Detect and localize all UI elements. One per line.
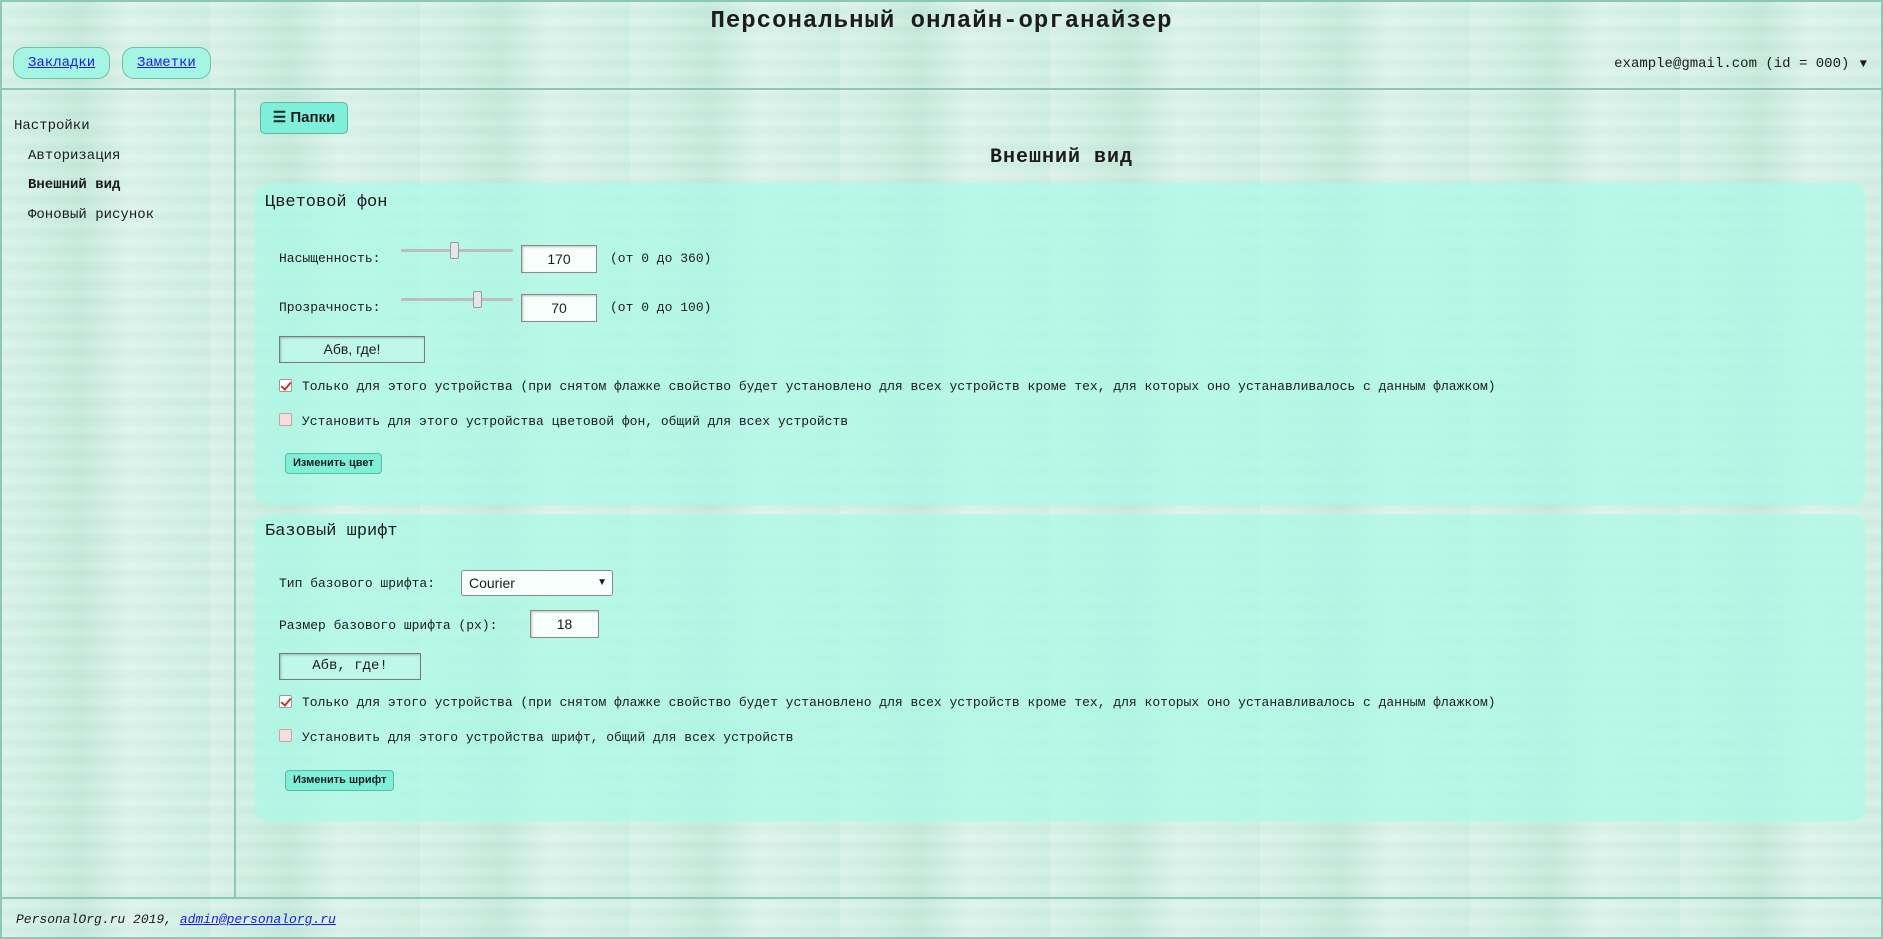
- chevron-down-icon: ▼: [597, 577, 607, 588]
- color-preview: Абв, где!: [279, 336, 425, 363]
- saturation-input[interactable]: 170: [521, 245, 597, 273]
- slider-thumb[interactable]: [473, 291, 482, 308]
- opacity-input[interactable]: 70: [521, 294, 597, 322]
- font-preview: Абв, где!: [279, 653, 421, 680]
- font-device-only-checkbox[interactable]: [279, 695, 292, 708]
- font-type-value: Courier: [469, 575, 515, 591]
- font-set-common-checkbox[interactable]: [279, 729, 292, 742]
- font-panel: Базовый шрифт Тип базового шрифта: Couri…: [254, 514, 1865, 822]
- notes-button[interactable]: Заметки: [122, 47, 211, 79]
- sidebar-item-background-image[interactable]: Фоновый рисунок: [28, 207, 154, 223]
- caret-down-icon: ▼: [1859, 57, 1867, 71]
- font-size-input[interactable]: 18: [530, 610, 599, 638]
- footer-email-link[interactable]: admin@personalorg.ru: [180, 912, 336, 927]
- folders-button[interactable]: ☰ Папки: [260, 102, 348, 134]
- saturation-label: Насыщенность:: [279, 251, 381, 266]
- user-account-label: example@gmail.com (id = 000): [1614, 56, 1850, 72]
- saturation-range-hint: (от 0 до 360): [610, 251, 712, 266]
- font-device-only-label: Только для этого устройства (при снятом …: [302, 695, 1496, 710]
- opacity-label: Прозрачность:: [279, 300, 381, 315]
- font-size-label: Размер базового шрифта (px):: [279, 618, 498, 633]
- font-panel-title: Базовый шрифт: [265, 522, 398, 541]
- color-panel-title: Цветовой фон: [265, 193, 388, 212]
- sidebar-item-authorization[interactable]: Авторизация: [28, 148, 120, 164]
- font-type-select[interactable]: Courier ▼: [461, 570, 613, 596]
- saturation-slider[interactable]: [401, 242, 513, 259]
- sidebar-heading: Настройки: [14, 118, 90, 134]
- color-device-only-checkbox[interactable]: [279, 379, 292, 392]
- site-title: Персональный онлайн-органайзер: [710, 8, 1173, 35]
- opacity-slider[interactable]: [401, 291, 513, 308]
- font-type-label: Тип базового шрифта:: [279, 576, 436, 591]
- sidebar: Настройки Авторизация Внешний вид Фоновы…: [2, 90, 236, 897]
- color-set-common-label: Установить для этого устройства цветовой…: [302, 414, 849, 429]
- slider-track: [401, 298, 513, 301]
- sidebar-item-appearance[interactable]: Внешний вид: [28, 177, 120, 193]
- footer-copyright: PersonalOrg.ru 2019,: [16, 912, 180, 927]
- change-color-button[interactable]: Изменить цвет: [285, 453, 382, 474]
- opacity-range-hint: (от 0 до 100): [610, 300, 712, 315]
- footer: PersonalOrg.ru 2019, admin@personalorg.r…: [2, 897, 1881, 937]
- bookmarks-button[interactable]: Закладки: [13, 47, 111, 79]
- user-menu[interactable]: example@gmail.com (id = 000) ▼: [1614, 56, 1867, 72]
- change-font-button[interactable]: Изменить шрифт: [285, 770, 395, 791]
- color-panel: Цветовой фон Насыщенность: 170 (от 0 до …: [254, 183, 1865, 505]
- color-device-only-label: Только для этого устройства (при снятом …: [302, 379, 1496, 394]
- font-set-common-label: Установить для этого устройства шрифт, о…: [302, 730, 794, 745]
- footer-text: PersonalOrg.ru 2019, admin@personalorg.r…: [16, 912, 336, 927]
- header: Персональный онлайн-органайзер Закладки …: [2, 2, 1881, 90]
- color-set-common-checkbox[interactable]: [279, 413, 292, 426]
- slider-thumb[interactable]: [450, 242, 459, 259]
- page-title: Внешний вид: [989, 146, 1134, 169]
